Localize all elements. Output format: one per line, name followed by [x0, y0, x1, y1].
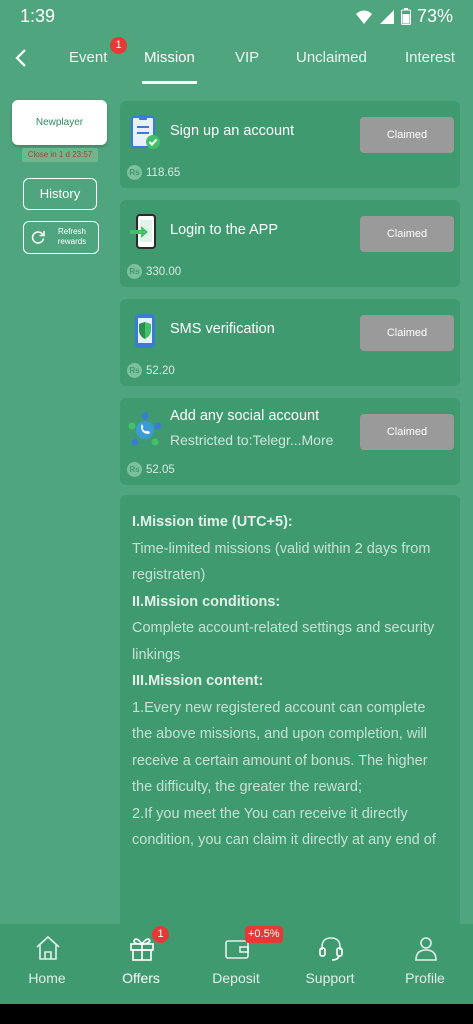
tab-interest[interactable]: Interest [405, 49, 455, 66]
social-network-icon [128, 412, 162, 446]
status-icons: 73% [355, 6, 453, 27]
nav-deposit[interactable]: +0.5% Deposit [189, 924, 283, 1004]
status-time: 1:39 [20, 6, 56, 26]
refresh-rewards-button[interactable]: Refresh rewards [23, 221, 99, 254]
mission-card-login: Login to the APP Rs 330.00 Claimed [120, 200, 460, 287]
back-arrow-icon[interactable] [10, 46, 34, 70]
mission-card-signup: Sign up an account Rs 118.65 Claimed [120, 101, 460, 188]
rules-heading-time: I.Mission time (UTC+5): [132, 514, 293, 530]
tab-vip[interactable]: VIP [235, 49, 259, 66]
mission-restriction: Restricted to:Telegr...More [170, 432, 334, 448]
mission-title: SMS verification [170, 321, 275, 337]
top-tabs: Event 1 Mission VIP Unclaimed Interest [0, 34, 473, 86]
nav-label: Offers [122, 970, 160, 986]
nav-offers[interactable]: 1 Offers [94, 924, 188, 1004]
home-icon [36, 935, 60, 960]
rupee-coin-icon: Rs [127, 264, 142, 279]
refresh-label: Refresh rewards [57, 227, 87, 246]
bottom-nav: Home 1 Offers +0.5% Deposit Support Prof… [0, 924, 473, 1004]
status-bar: 1:39 73% [0, 0, 473, 34]
headset-icon [319, 937, 343, 961]
tab-event-badge: 1 [110, 37, 127, 54]
rules-heading-conditions: II.Mission conditions: [132, 593, 281, 610]
nav-profile[interactable]: Profile [378, 924, 472, 1004]
nav-offers-badge: 1 [152, 926, 169, 943]
mission-title: Login to the APP [170, 222, 279, 238]
battery-icon [400, 8, 411, 25]
nav-deposit-badge: +0.5% [245, 926, 283, 943]
more-link[interactable]: More [302, 432, 334, 448]
claimed-button[interactable]: Claimed [360, 117, 454, 153]
rules-text-content-2: 2.If you meet the You can receive it dir… [132, 805, 436, 849]
nav-home[interactable]: Home [0, 924, 94, 1004]
nav-label: Home [28, 970, 66, 986]
mission-reward: Rs 118.65 [127, 165, 180, 180]
clipboard-check-icon [131, 115, 160, 149]
rules-text-time: Time-limited missions (valid within 2 da… [132, 540, 431, 584]
mission-card-social: Add any social account Restricted to:Tel… [120, 398, 460, 485]
tab-event[interactable]: Event [69, 49, 107, 66]
nav-label: Deposit [212, 970, 260, 986]
phone-shield-icon [135, 314, 155, 348]
tab-unclaimed[interactable]: Unclaimed [296, 49, 367, 66]
rupee-coin-icon: Rs [127, 462, 142, 477]
reward-amount: 52.20 [146, 364, 175, 377]
mission-reward: Rs 52.20 [127, 363, 175, 378]
claimed-button[interactable]: Claimed [360, 414, 454, 450]
reward-amount: 118.65 [146, 166, 181, 179]
nav-label: Support [305, 970, 355, 986]
active-tab-indicator [142, 81, 197, 84]
claimed-button[interactable]: Claimed [360, 216, 454, 252]
reward-amount: 330.00 [146, 265, 182, 278]
mission-rules-panel: I.Mission time (UTC+5): Time-limited mis… [120, 495, 460, 935]
mission-card-sms: SMS verification Rs 52.20 Claimed [120, 299, 460, 386]
mission-reward: Rs 52.05 [127, 462, 175, 477]
nav-label: Profile [405, 970, 445, 986]
gift-icon [130, 938, 154, 961]
wifi-icon [355, 10, 372, 24]
countdown-label: Close in 1 d 23:57 [22, 148, 98, 162]
reward-amount: 52.05 [146, 463, 175, 476]
tab-mission[interactable]: Mission [144, 49, 195, 66]
claimed-button[interactable]: Claimed [360, 315, 454, 351]
history-button[interactable]: History [23, 178, 97, 210]
rules-heading-content: III.Mission content: [132, 673, 264, 689]
rupee-coin-icon: Rs [127, 165, 142, 180]
mission-reward: Rs 330.00 [127, 264, 181, 279]
cellular-signal-icon [379, 9, 394, 24]
phone-login-icon [130, 214, 156, 249]
rules-text-conditions: Complete account-related settings and se… [132, 620, 435, 663]
mission-title: Sign up an account [170, 123, 295, 139]
system-gesture-bar [0, 1004, 473, 1024]
rules-text-content-1: 1.Every new registered account can compl… [132, 699, 428, 796]
newplayer-category[interactable]: Newplayer [12, 100, 107, 145]
refresh-icon [31, 231, 45, 244]
nav-support[interactable]: Support [283, 924, 377, 1004]
person-icon [415, 937, 437, 961]
mission-title: Add any social account [170, 408, 320, 424]
rupee-coin-icon: Rs [127, 363, 142, 378]
battery-percent: 73% [416, 6, 453, 26]
